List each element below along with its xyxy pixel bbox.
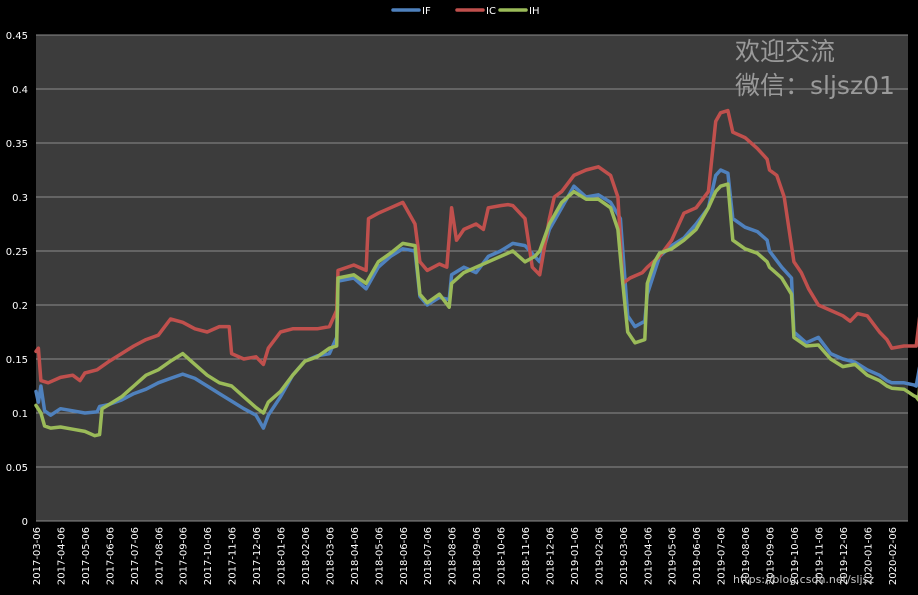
y-tick-label: 0.25 (6, 247, 28, 258)
x-tick-label: 2018-10-06 (497, 527, 508, 585)
y-tick-label: 0 (22, 517, 28, 528)
legend: IF IC IH (391, 6, 539, 17)
y-tick-label: 0.3 (12, 193, 28, 204)
y-tick-label: 0.45 (6, 31, 28, 42)
plot-area (36, 35, 908, 521)
x-tick-label: 2020-02-06 (888, 527, 899, 585)
watermark-line2: 微信：sljsz01 (735, 71, 895, 100)
x-tick-label: 2018-12-06 (545, 527, 556, 585)
x-tick-label: 2017-03-06 (32, 527, 43, 585)
watermark-line1: 欢迎交流 (735, 37, 835, 66)
legend-label: IC (486, 6, 496, 17)
x-tick-label: 2018-11-06 (521, 527, 532, 585)
x-tick-label: 2018-01-06 (277, 527, 288, 585)
x-tick-label: 2018-06-06 (399, 527, 410, 585)
x-tick-label: 2017-05-06 (81, 527, 92, 585)
x-tick-label: 2017-04-06 (56, 527, 67, 585)
x-tick-label: 2018-03-06 (325, 527, 336, 585)
y-tick-label: 0.1 (12, 409, 28, 420)
y-tick-label: 0.15 (6, 355, 28, 366)
x-tick-label: 2019-03-06 (619, 527, 630, 585)
x-tick-label: 2018-09-06 (472, 527, 483, 585)
x-tick-label: 2018-07-06 (423, 527, 434, 585)
x-tick-label: 2018-02-06 (301, 527, 312, 585)
x-tick-label: 2019-06-06 (692, 527, 703, 585)
y-tick-label: 0.2 (12, 301, 28, 312)
legend-label: IH (529, 6, 539, 17)
x-tick-label: 2018-05-06 (374, 527, 385, 585)
x-tick-label: 2017-10-06 (203, 527, 214, 585)
line-chart: 0 0.05 0.1 0.15 0.2 0.25 0.3 0.35 0.4 0.45 2017-0… (6, 6, 918, 586)
y-axis-tick-labels: 0 0.05 0.1 0.15 0.2 0.25 0.3 0.35 0.4 0.45 (6, 31, 28, 528)
x-tick-label: 2019-07-06 (717, 527, 728, 585)
x-tick-label: 2017-08-06 (154, 527, 165, 585)
watermark-url: https://blog.csdn.net/sljsz (733, 573, 874, 586)
y-tick-label: 0.4 (12, 85, 28, 96)
legend-label: IF (422, 6, 431, 17)
y-tick-label: 0.35 (6, 139, 28, 150)
x-tick-label: 2018-04-06 (350, 527, 361, 585)
x-tick-label: 2017-11-06 (228, 527, 239, 585)
y-tick-label: 0.05 (6, 463, 28, 474)
x-tick-label: 2019-04-06 (643, 527, 654, 585)
x-tick-label: 2019-05-06 (668, 527, 679, 585)
x-tick-label: 2019-01-06 (570, 527, 581, 585)
x-tick-label: 2017-12-06 (252, 527, 263, 585)
x-tick-label: 2019-02-06 (594, 527, 605, 585)
x-tick-label: 2018-08-06 (448, 527, 459, 585)
x-tick-label: 2017-09-06 (179, 527, 190, 585)
x-tick-label: 2017-06-06 (105, 527, 116, 585)
chart-container: 0 0.05 0.1 0.15 0.2 0.25 0.3 0.35 0.4 0.45 2017-0… (0, 0, 918, 595)
x-tick-label: 2017-07-06 (130, 527, 141, 585)
